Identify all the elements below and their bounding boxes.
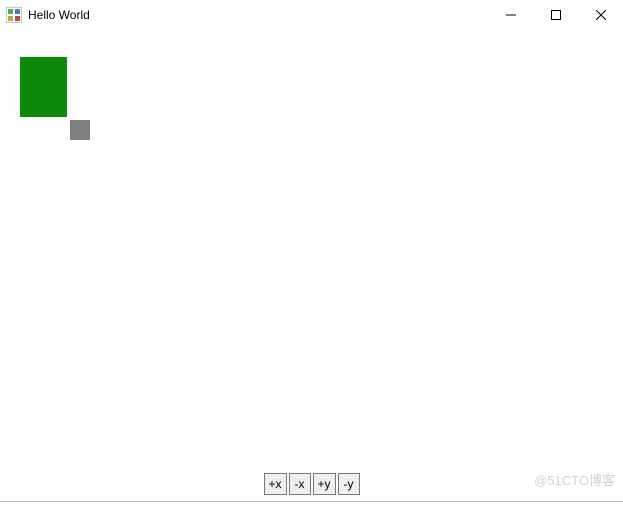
titlebar: Hello World [0,0,623,30]
app-icon [6,7,22,23]
minimize-button[interactable] [488,0,533,30]
canvas-area: +x -x +y -y [0,30,623,501]
maximize-button[interactable] [533,0,578,30]
plus-x-button[interactable]: +x [263,473,286,495]
plus-y-button[interactable]: +y [313,473,336,495]
control-button-row: +x -x +y -y [263,473,359,495]
minus-y-button[interactable]: -y [338,473,360,495]
close-button[interactable] [578,0,623,30]
green-rectangle [20,57,67,117]
grey-rectangle [70,120,90,140]
window-bottom-border [0,501,623,507]
window-title: Hello World [28,8,488,22]
window-controls [488,0,623,29]
minus-x-button[interactable]: -x [289,473,311,495]
